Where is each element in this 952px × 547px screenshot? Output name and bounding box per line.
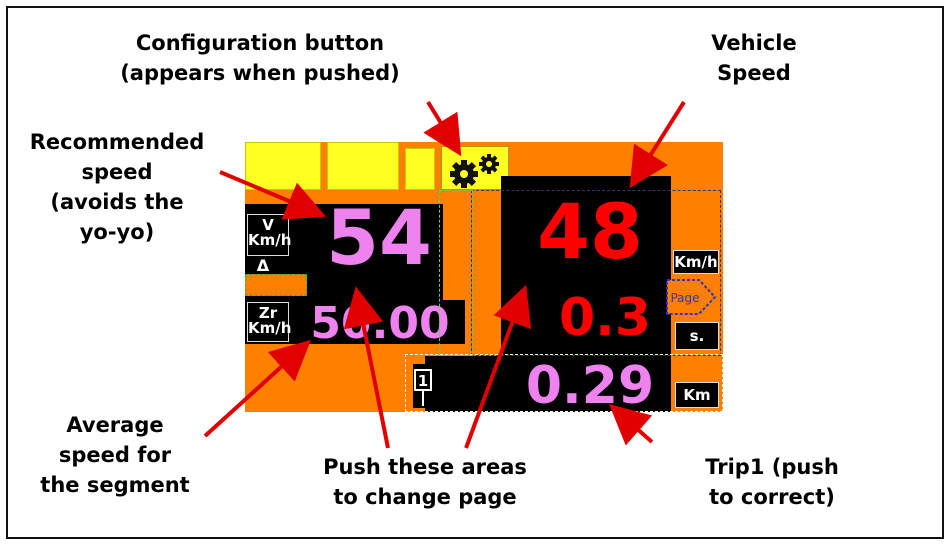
arrow-vehicle-speed — [629, 100, 686, 189]
arrow-recommended-speed — [219, 170, 327, 220]
arrow-push-left — [343, 286, 390, 449]
arrow-average-speed — [203, 339, 311, 438]
arrow-push-right — [464, 284, 532, 449]
annotation-arrows — [203, 100, 686, 449]
arrow-trip1 — [609, 404, 654, 446]
arrow-config — [423, 100, 462, 157]
